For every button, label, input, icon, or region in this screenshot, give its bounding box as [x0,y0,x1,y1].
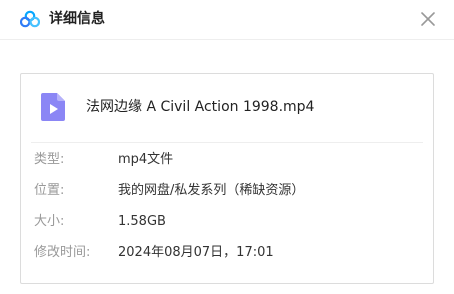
divider [31,142,423,143]
file-name: 法网边缘 A Civil Action 1998.mp4 [86,99,315,115]
size-row: 大小: 1.58GB [21,212,433,232]
modified-label: 修改时间: [34,245,91,260]
type-row: 类型: mp4文件 [21,150,433,170]
cloud-logo-icon [19,10,41,28]
modified-row: 修改时间: 2024年08月07日，17:01 [21,243,433,263]
video-file-icon [40,92,66,122]
location-value[interactable]: 我的网盘/私发系列（稀缺资源） [118,181,304,201]
location-row: 位置: 我的网盘/私发系列（稀缺资源） [21,181,433,201]
dialog-header: 详细信息 [0,0,454,40]
modified-value: 2024年08月07日，17:01 [118,245,274,260]
type-value: mp4文件 [118,152,174,167]
dialog-title: 详细信息 [49,11,105,27]
file-row: 法网边缘 A Civil Action 1998.mp4 [21,74,433,142]
file-details-dialog: 详细信息 法网边缘 A Civil Action 1998.mp4 类型: mp… [0,0,454,294]
close-icon[interactable] [418,9,438,29]
file-info-card: 法网边缘 A Civil Action 1998.mp4 类型: mp4文件 位… [20,73,434,284]
type-label: 类型: [34,152,65,167]
size-value: 1.58GB [118,214,166,229]
size-label: 大小: [34,214,65,229]
location-label: 位置: [34,183,65,198]
